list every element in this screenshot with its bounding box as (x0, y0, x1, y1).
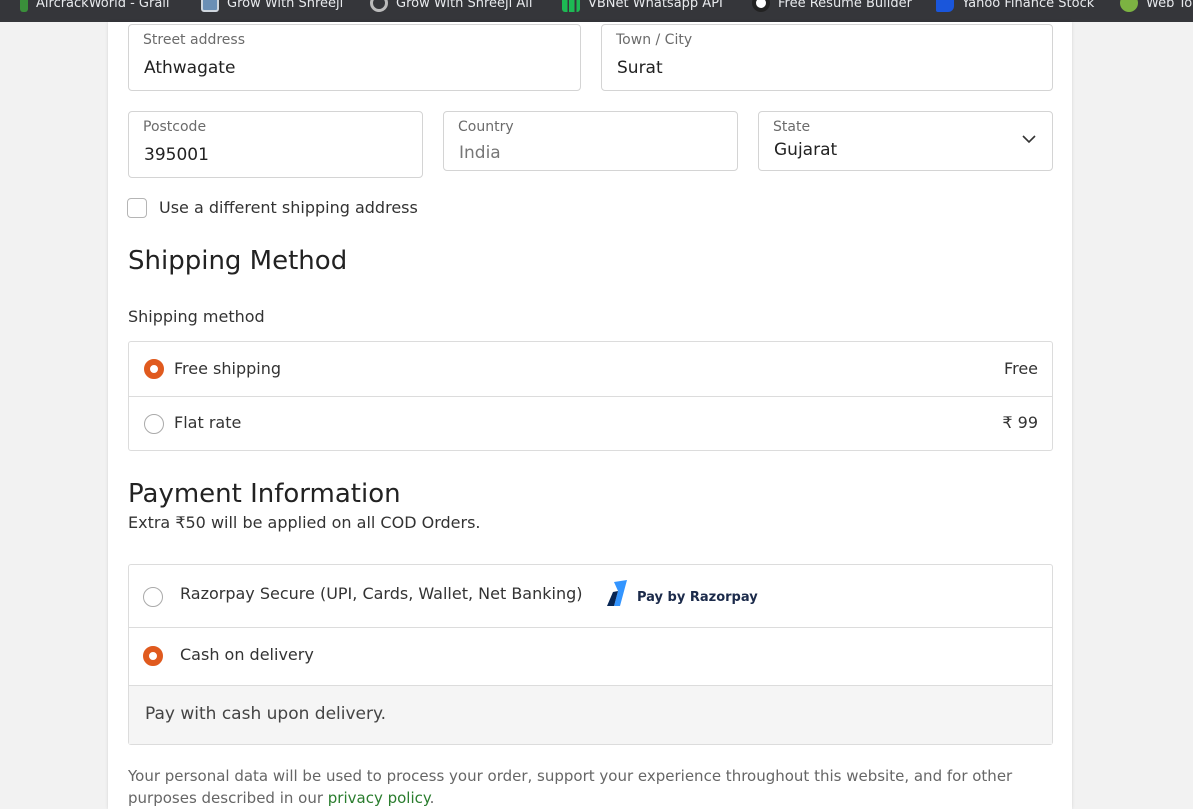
privacy-policy-link[interactable]: privacy policy (328, 789, 430, 807)
country-value: India (459, 143, 501, 163)
flat-rate-radio[interactable] (144, 414, 164, 434)
bookmarks-bar: AircrackWorld - Grail Grow With Shreeji … (0, 0, 1193, 22)
bookmark-item[interactable]: Web To (1120, 0, 1192, 14)
bookmark-label: Grow With Shreeji All (396, 0, 533, 11)
cod-description-box: Pay with cash upon delivery. (129, 685, 1052, 744)
shipping-method-label: Shipping method (128, 307, 265, 326)
payment-option-label: Cash on delivery (180, 645, 314, 664)
state-label: State (773, 119, 811, 135)
cod-radio[interactable] (143, 646, 163, 666)
shipping-option-price: ₹ 99 (1002, 413, 1038, 432)
privacy-text: Your personal data will be used to proce… (128, 767, 1013, 807)
blue-shape-icon (936, 0, 954, 12)
postcode-field[interactable]: Postcode 395001 (128, 111, 423, 178)
city-label: Town / City (616, 32, 693, 48)
bookmark-item[interactable]: Grow With Shreeji (201, 0, 343, 14)
bookmark-label: VBNet Whatsapp API (588, 0, 723, 11)
payment-option-razorpay[interactable]: Razorpay Secure (UPI, Cards, Wallet, Net… (129, 565, 1052, 627)
city-value[interactable]: Surat (617, 58, 663, 78)
bookmark-label: Grow With Shreeji (227, 0, 344, 11)
privacy-text-end: . (429, 789, 435, 807)
bookmark-item[interactable]: AircrackWorld - Grail (20, 0, 170, 14)
bookmark-label: AircrackWorld - Grail (36, 0, 170, 11)
razorpay-radio[interactable] (143, 587, 163, 607)
street-address-label: Street address (143, 32, 245, 48)
state-value: Gujarat (774, 140, 838, 160)
shipping-option-label: Free shipping (174, 359, 282, 378)
shipping-option-flat-rate[interactable]: Flat rate ₹ 99 (129, 396, 1052, 450)
payment-option-label: Razorpay Secure (UPI, Cards, Wallet, Net… (180, 584, 583, 603)
razorpay-badge-text: Pay by Razorpay (637, 590, 758, 605)
different-shipping-label[interactable]: Use a different shipping address (159, 198, 418, 217)
dark-circle-icon (752, 0, 770, 12)
privacy-notice: Your personal data will be used to proce… (128, 765, 1028, 809)
green-leaf-icon (20, 0, 28, 12)
shipping-method-heading: Shipping Method (128, 246, 348, 276)
shipping-option-price: Free (1004, 359, 1038, 378)
state-select[interactable]: State Gujarat (758, 111, 1053, 171)
framed-picture-icon (201, 0, 219, 12)
bookmark-item[interactable]: Free Resume Builder (752, 0, 912, 14)
green-bars-icon (562, 0, 580, 12)
razorpay-logo-icon (607, 580, 627, 606)
bookmark-label: Yahoo Finance Stock (962, 0, 1095, 11)
shipping-option-label: Flat rate (174, 413, 242, 432)
free-shipping-radio[interactable] (144, 359, 164, 379)
shipping-option-free[interactable]: Free shipping Free (129, 342, 1052, 396)
bookmark-item[interactable]: Grow With Shreeji All (370, 0, 533, 14)
cod-description: Pay with cash upon delivery. (145, 704, 387, 724)
green-circle-icon (1120, 0, 1138, 12)
shipping-options: Free shipping Free Flat rate ₹ 99 (128, 341, 1053, 451)
postcode-value[interactable]: 395001 (144, 145, 209, 165)
country-field: Country India (443, 111, 738, 171)
street-address-field[interactable]: Street address Athwagate (128, 24, 581, 91)
street-address-value[interactable]: Athwagate (144, 58, 235, 78)
bookmark-item[interactable]: VBNet Whatsapp API (562, 0, 723, 14)
payment-options: Razorpay Secure (UPI, Cards, Wallet, Net… (128, 564, 1053, 745)
chevron-down-icon[interactable] (1022, 134, 1036, 144)
bookmark-label: Free Resume Builder (778, 0, 912, 11)
city-field[interactable]: Town / City Surat (601, 24, 1053, 91)
payment-information-heading: Payment Information (128, 479, 401, 509)
cod-charge-note: Extra ₹50 will be applied on all COD Ord… (128, 513, 481, 532)
globe-icon (370, 0, 388, 12)
country-label: Country (458, 119, 514, 135)
bookmark-item[interactable]: Yahoo Finance Stock (936, 0, 1094, 14)
postcode-label: Postcode (143, 119, 207, 135)
payment-option-cod[interactable]: Cash on delivery (129, 627, 1052, 685)
bookmark-label: Web To (1146, 0, 1193, 11)
checkout-form: Street address Athwagate Town / City Sur… (108, 22, 1072, 809)
different-shipping-checkbox[interactable] (127, 198, 147, 218)
